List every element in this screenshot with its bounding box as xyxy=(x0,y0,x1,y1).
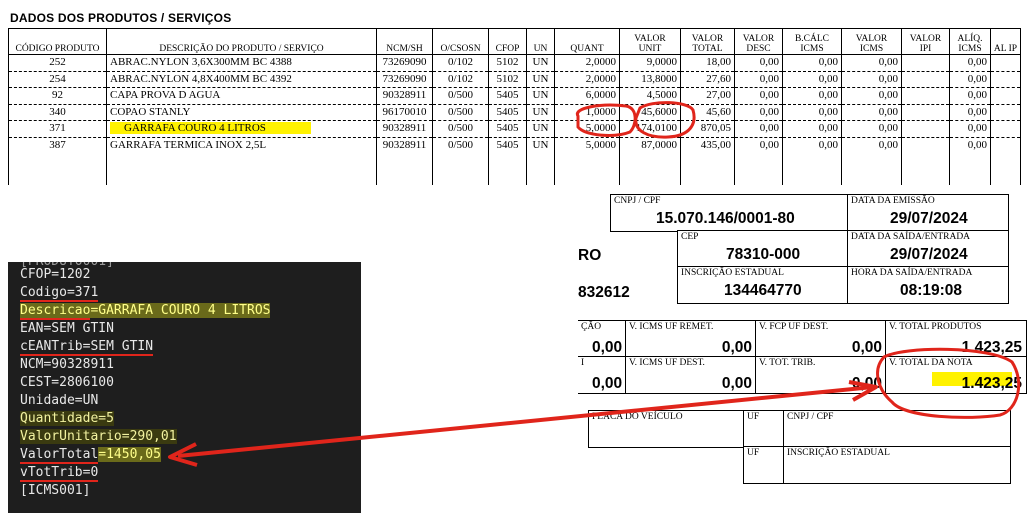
long-arrow-annotation xyxy=(177,385,874,458)
total-nota-circle-annotation xyxy=(876,347,1021,419)
valor-unit-circle-annotation xyxy=(634,101,696,139)
annotation-layer xyxy=(168,101,1021,467)
quant-circle-annotation xyxy=(576,103,637,137)
arrow-head-right xyxy=(848,380,878,402)
